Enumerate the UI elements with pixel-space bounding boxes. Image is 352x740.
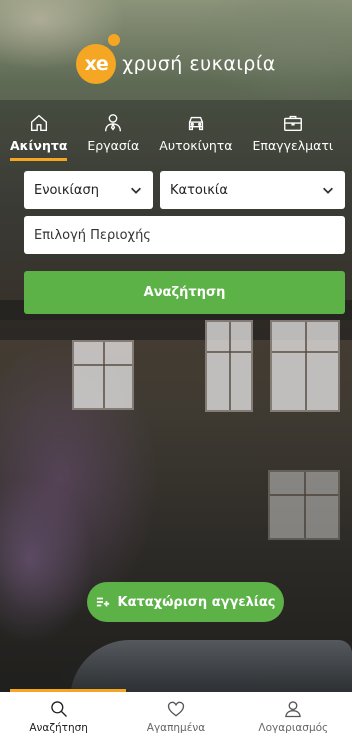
home-icon (30, 114, 47, 132)
bottom-navigation: Αναζήτηση Αγαπημένα Λογαριασμός (0, 689, 352, 740)
briefcase-icon (283, 115, 302, 132)
nav-search[interactable]: Αναζήτηση (0, 692, 117, 740)
logo-dot (108, 34, 121, 46)
window (270, 320, 340, 412)
search-button[interactable]: Αναζήτηση (24, 271, 345, 314)
tab-jobs[interactable]: Εργασία (87, 112, 139, 159)
search-button-label: Αναζήτηση (143, 285, 226, 300)
nav-label: Αγαπημένα (146, 721, 206, 734)
brand-tagline: χρυσή ευκαιρία (122, 53, 276, 75)
property-type-select[interactable]: Κατοικία (160, 171, 345, 209)
logo-badge: xe (76, 34, 121, 84)
nav-account[interactable]: Λογαριασμός (235, 692, 352, 740)
window (205, 320, 253, 412)
window (268, 470, 340, 540)
active-tab-indicator (10, 689, 126, 692)
category-tabs: Ακίνητα Εργασία Αυτοκίνητα Επαγγελματι (10, 112, 352, 161)
property-type-value: Κατοικία (170, 182, 228, 198)
transaction-type-select[interactable]: Ενοικίαση (24, 171, 153, 209)
brand-logo: xe χρυσή ευκαιρία (0, 34, 352, 84)
post-ad-button[interactable]: Καταχώριση αγγελίας (87, 582, 284, 622)
window (72, 340, 134, 410)
tab-label: Αυτοκίνητα (159, 138, 233, 153)
chevron-down-icon (131, 187, 141, 194)
tab-label: Εργασία (87, 138, 140, 153)
transaction-type-value: Ενοικίαση (34, 182, 99, 198)
tab-label: Επαγγελματι (252, 138, 334, 153)
nav-label: Λογαριασμός (258, 721, 329, 734)
car-icon (188, 116, 203, 131)
search-icon (50, 700, 67, 717)
user-icon (285, 700, 302, 717)
post-ad-label: Καταχώριση αγγελίας (117, 594, 276, 610)
heart-icon (167, 701, 185, 716)
chevron-down-icon (323, 187, 333, 194)
tab-label: Ακίνητα (10, 138, 68, 153)
person-tie-icon (105, 114, 122, 132)
logo-text: xe (84, 53, 109, 75)
region-select-field[interactable]: Επιλογή Περιοχής (24, 216, 345, 254)
nav-label: Αναζήτηση (29, 721, 88, 734)
nav-favorites[interactable]: Αγαπημένα (117, 692, 234, 740)
tab-cars[interactable]: Αυτοκίνητα (159, 112, 233, 159)
region-placeholder: Επιλογή Περιοχής (34, 227, 151, 243)
tab-professional[interactable]: Επαγγελματι (252, 112, 334, 159)
add-list-icon (96, 597, 109, 607)
tab-real-estate[interactable]: Ακίνητα (10, 112, 68, 161)
